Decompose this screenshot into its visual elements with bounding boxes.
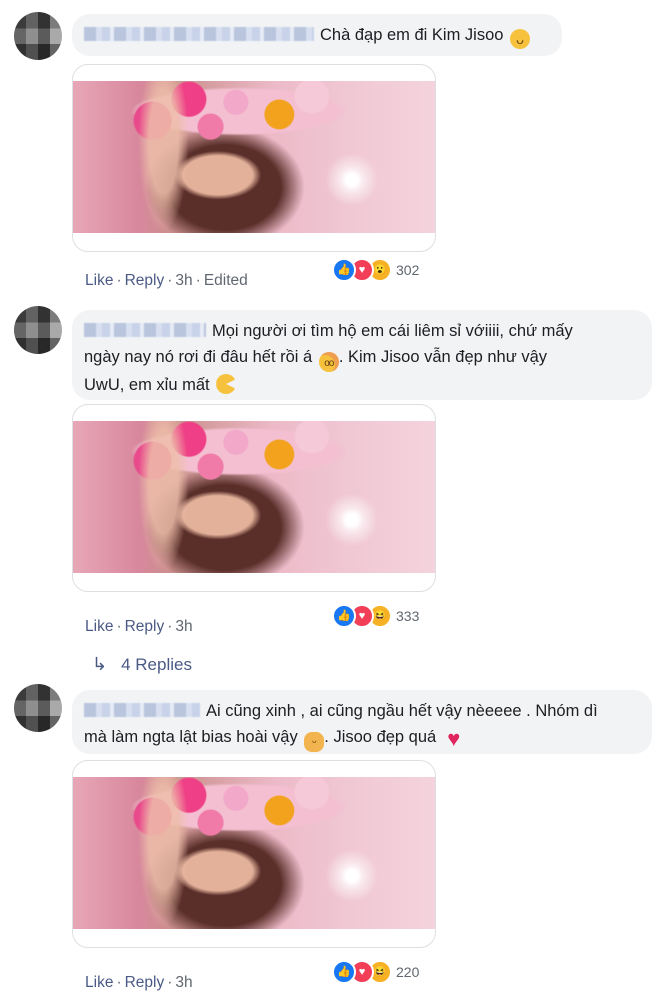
comment-text-line3: UwU, em xỉu mất	[84, 376, 210, 394]
comment-meta: Like · Reply · 3h	[85, 974, 193, 991]
replies-count-label[interactable]: 4 Replies	[121, 655, 192, 675]
comment-text-line2: ngày nay nó rơi đi đâu hết rồi á	[84, 348, 313, 366]
comment-bubble: Mọi người ơi tìm hộ em cái liêm sỉ vớiii…	[72, 310, 652, 400]
comment-text-line1: Ai cũng xinh , ai cũng ngầu hết vậy nèee…	[206, 702, 598, 720]
reaction-count: 220	[396, 964, 420, 980]
blurred-author-name[interactable]	[84, 27, 314, 41]
like-link[interactable]: Like	[85, 272, 113, 289]
edited-label[interactable]: Edited	[204, 272, 248, 289]
comment-text-line1: Mọi người ơi tìm hộ em cái liêm sỉ vớiii…	[212, 322, 573, 340]
tongue-emoji-icon	[510, 29, 531, 49]
view-replies-link[interactable]: ↳ 4 Replies	[92, 654, 192, 675]
comment-text-line2a: mà làm ngta lật bias hoài vậy	[84, 728, 298, 746]
cat-emoji-icon	[304, 732, 325, 752]
avatar[interactable]	[14, 306, 62, 354]
pacman-emoji-icon	[216, 374, 237, 394]
attached-image-card[interactable]	[72, 404, 436, 592]
timestamp[interactable]: 3h	[175, 272, 192, 289]
reply-link[interactable]: Reply	[125, 618, 165, 635]
like-reaction-icon: 👍	[332, 960, 356, 984]
like-link[interactable]: Like	[85, 974, 113, 991]
attached-image-card[interactable]	[72, 64, 436, 252]
like-link[interactable]: Like	[85, 618, 113, 635]
comment-text-line2b: . Jisoo đẹp quá	[324, 728, 437, 746]
comment-bubble: Ai cũng xinh , ai cũng ngầu hết vậy nèee…	[72, 690, 652, 754]
blurred-author-name[interactable]	[84, 703, 200, 717]
attached-photo	[73, 81, 435, 233]
like-reaction-icon: 👍	[332, 604, 356, 628]
flushed-emoji-icon	[318, 352, 339, 372]
comment-text-line2b: . Kim Jisoo vẫn đẹp như vậy	[338, 348, 548, 366]
attached-image-card[interactable]	[72, 760, 436, 948]
blurred-author-name[interactable]	[84, 323, 206, 337]
comment-meta: Like · Reply · 3h	[85, 618, 193, 635]
reaction-count: 333	[396, 608, 420, 624]
reactions-summary[interactable]: 👍 ♥ 😆 333	[332, 604, 419, 628]
comment-meta: Like · Reply · 3h · Edited	[85, 272, 248, 289]
attached-photo	[73, 421, 435, 573]
comment-bubble: Chà đạp em đi Kim Jisoo	[72, 14, 562, 56]
reply-arrow-icon: ↳	[92, 654, 108, 674]
attached-photo	[73, 777, 435, 929]
reactions-summary[interactable]: 👍 ♥ 😮 302	[332, 258, 419, 282]
avatar[interactable]	[14, 12, 62, 60]
comment-text: Chà đạp em đi Kim Jisoo	[320, 26, 504, 44]
heart-emoji-icon: ♥	[447, 726, 461, 751]
timestamp[interactable]: 3h	[175, 974, 192, 991]
reply-link[interactable]: Reply	[125, 974, 165, 991]
timestamp[interactable]: 3h	[175, 618, 192, 635]
reply-link[interactable]: Reply	[125, 272, 165, 289]
like-reaction-icon: 👍	[332, 258, 356, 282]
avatar[interactable]	[14, 684, 62, 732]
reactions-summary[interactable]: 👍 ♥ 😆 220	[332, 960, 419, 984]
reaction-count: 302	[396, 262, 420, 278]
